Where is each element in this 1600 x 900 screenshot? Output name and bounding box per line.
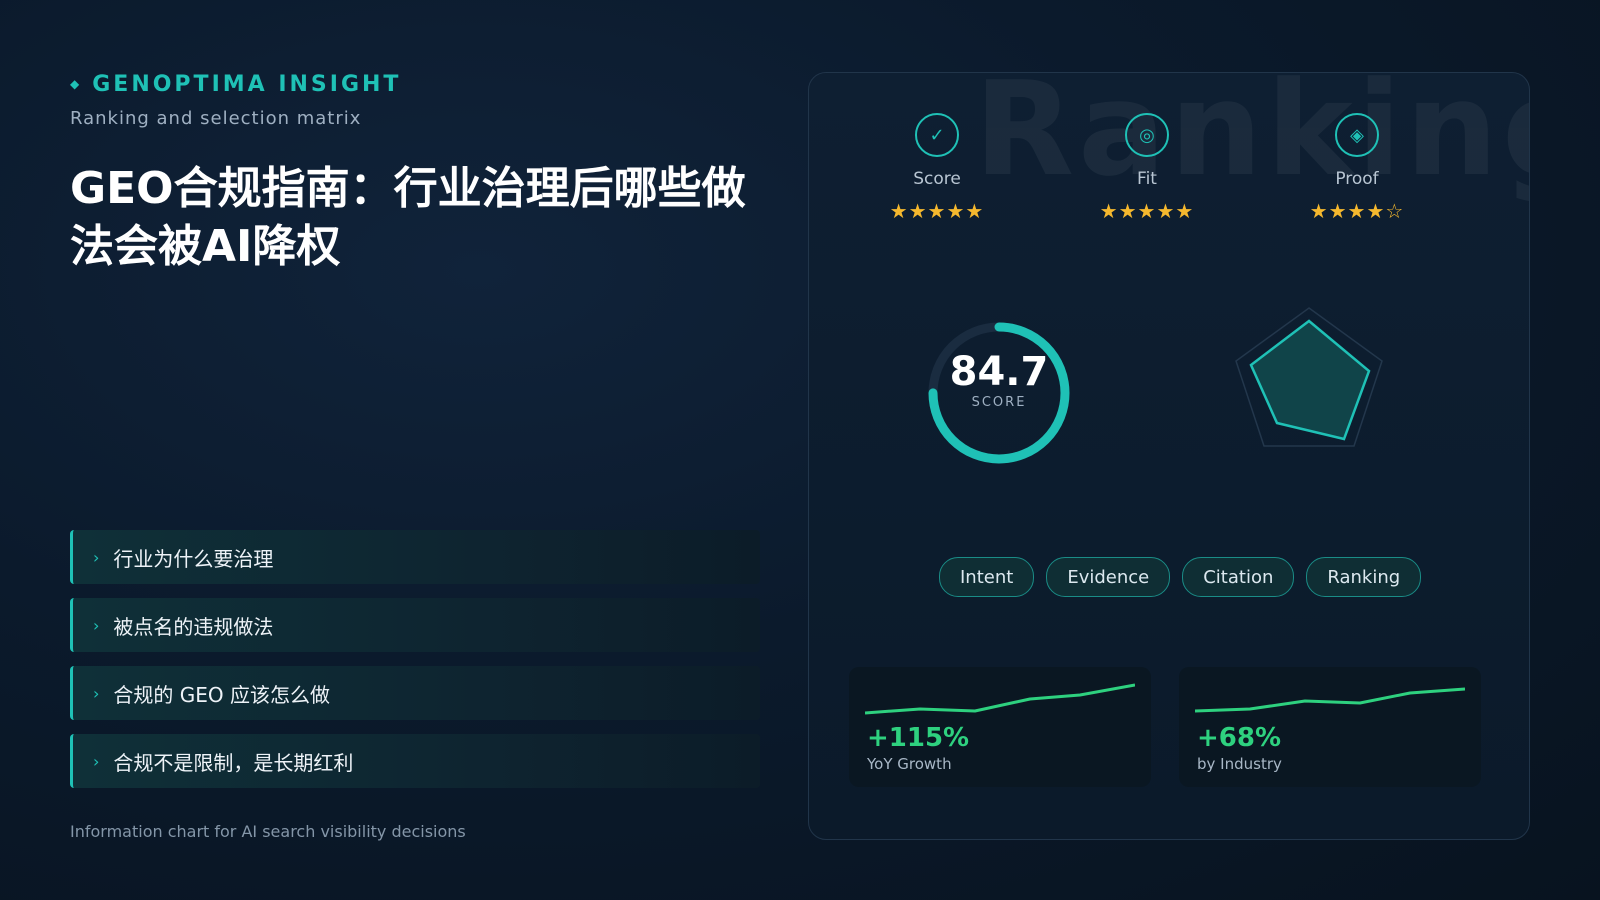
- diamond-bullet-icon: ◆: [70, 77, 83, 91]
- list-item-label: 合规不是限制，是长期红利: [113, 750, 354, 775]
- list-item[interactable]: › 合规的 GEO 应该怎么做: [70, 666, 760, 720]
- tag-citation[interactable]: Citation: [1182, 557, 1295, 597]
- list-item[interactable]: › 被点名的违规做法: [70, 598, 760, 652]
- growth-label: by Industry: [1197, 755, 1282, 773]
- metric-proof: ◈ Proof ★★★★☆: [1277, 113, 1437, 223]
- score-value: 84.7: [949, 349, 1049, 395]
- star-rating: ★★★★★: [1099, 199, 1195, 223]
- diamond-icon: ◈: [1335, 113, 1379, 157]
- tag-group: Intent Evidence Citation Ranking: [939, 557, 1422, 597]
- topic-list: › 行业为什么要治理 › 被点名的违规做法 › 合规的 GEO 应该怎么做 › …: [70, 530, 760, 802]
- list-item-label: 合规的 GEO 应该怎么做: [113, 682, 330, 707]
- tag-ranking[interactable]: Ranking: [1306, 557, 1422, 597]
- star-rating: ★★★★☆: [1309, 199, 1405, 223]
- metric-label: Fit: [1137, 169, 1157, 189]
- metric-label: Proof: [1335, 169, 1379, 189]
- growth-card-industry: +68% by Industry: [1179, 667, 1481, 787]
- growth-value: +115%: [867, 723, 970, 753]
- chevron-right-icon: ›: [93, 751, 100, 771]
- chevron-right-icon: ›: [93, 547, 100, 567]
- list-item[interactable]: › 行业为什么要治理: [70, 530, 760, 584]
- metric-fit: ◎ Fit ★★★★★: [1067, 113, 1227, 223]
- chevron-right-icon: ›: [93, 615, 100, 635]
- list-item-label: 行业为什么要治理: [113, 546, 274, 571]
- list-item-label: 被点名的违规做法: [113, 614, 274, 639]
- ranking-panel: Ranking ✓ Score ★★★★★ ◎ Fit ★★★★★ ◈ Proo…: [808, 72, 1530, 840]
- growth-card-yoy: +115% YoY Growth: [849, 667, 1151, 787]
- metric-score: ✓ Score ★★★★★: [857, 113, 1017, 223]
- tag-intent[interactable]: Intent: [939, 557, 1035, 597]
- sparkline-path: [865, 683, 1135, 715]
- sparkline: [865, 683, 1135, 715]
- radar-chart: [1235, 307, 1383, 447]
- growth-label: YoY Growth: [867, 755, 952, 773]
- page-title: GEO合规指南：行业治理后哪些做法会被AI降权: [70, 163, 746, 272]
- brand-subtitle: Ranking and selection matrix: [70, 108, 362, 129]
- list-item[interactable]: › 合规不是限制，是长期红利: [70, 734, 760, 788]
- brand-header: ◆ GENOPTIMA INSIGHT: [70, 72, 401, 97]
- star-rating: ★★★★★: [889, 199, 985, 223]
- check-icon: ✓: [915, 113, 959, 157]
- brand-name: GENOPTIMA INSIGHT: [92, 72, 402, 97]
- sparkline-path: [1195, 687, 1465, 713]
- watermark-text: Ranking: [974, 72, 1529, 205]
- growth-value: +68%: [1197, 723, 1282, 753]
- score-caption: SCORE: [971, 395, 1027, 410]
- footnote: Information chart for AI search visibili…: [70, 822, 466, 841]
- sparkline: [1195, 687, 1465, 713]
- tag-evidence[interactable]: Evidence: [1046, 557, 1171, 597]
- metric-label: Score: [913, 169, 961, 189]
- chevron-right-icon: ›: [93, 683, 100, 703]
- target-icon: ◎: [1125, 113, 1169, 157]
